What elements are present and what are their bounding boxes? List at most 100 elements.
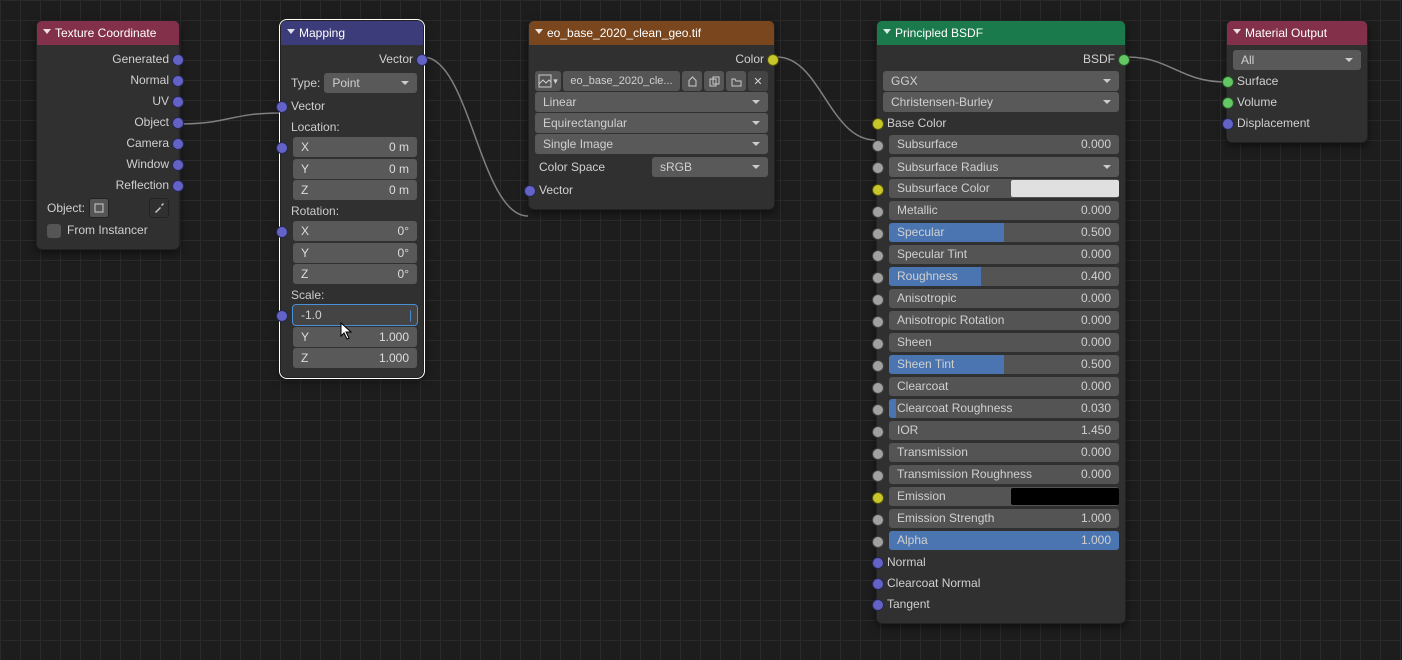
loc-y[interactable]: Y0 m [293, 159, 417, 179]
slider[interactable]: Specular Tint0.000 [889, 245, 1119, 264]
sss-method-select[interactable]: Christensen-Burley [883, 92, 1119, 112]
slider[interactable]: Transmission Roughness0.000 [889, 465, 1119, 484]
interpolation-select[interactable]: Linear [535, 92, 768, 112]
socket-float[interactable] [872, 404, 884, 416]
slider[interactable]: IOR1.450 [889, 421, 1119, 440]
socket-vec[interactable] [172, 96, 184, 108]
object-label: Object: [47, 201, 85, 215]
socket-color[interactable] [767, 54, 779, 66]
unlink-icon[interactable]: ✕ [748, 71, 768, 91]
scale-y[interactable]: Y1.000 [293, 327, 417, 347]
duplicate-icon[interactable] [704, 71, 724, 91]
image-icon[interactable]: ▾ [535, 71, 561, 91]
socket-shader[interactable] [1222, 97, 1234, 109]
socket-shader[interactable] [1222, 76, 1234, 88]
projection-select[interactable]: Equirectangular [535, 113, 768, 133]
eyedropper-icon[interactable] [149, 198, 169, 218]
from-instancer-row[interactable]: From Instancer [43, 220, 173, 241]
slider[interactable]: Clearcoat0.000 [889, 377, 1119, 396]
socket-float[interactable] [872, 382, 884, 394]
slider[interactable]: Clearcoat Roughness0.030 [889, 399, 1119, 418]
socket-vec[interactable] [172, 117, 184, 129]
input-subsurface: Subsurface0.000 [883, 135, 1119, 156]
socket-float[interactable] [872, 294, 884, 306]
node-header[interactable]: Material Output [1227, 21, 1367, 45]
socket-float[interactable] [872, 250, 884, 262]
socket-vec[interactable] [172, 75, 184, 87]
color-field[interactable]: Subsurface Color [889, 179, 1119, 198]
image-name[interactable]: eo_base_2020_cle... [563, 71, 680, 91]
node-image-texture[interactable]: eo_base_2020_clean_geo.tif Color ▾ eo_ba… [528, 20, 775, 210]
slider[interactable]: Alpha1.000 [889, 531, 1119, 550]
colorspace-select[interactable]: sRGB [652, 157, 768, 177]
node-texture-coordinate[interactable]: Texture Coordinate Generated Normal UV O… [36, 20, 180, 250]
node-mapping[interactable]: Mapping Vector Type: Point Vector Locati… [280, 20, 424, 378]
type-select[interactable]: Point [324, 73, 417, 93]
slider[interactable]: Sheen0.000 [889, 333, 1119, 352]
socket-float[interactable] [872, 206, 884, 218]
input-clearcoat: Clearcoat0.000 [883, 377, 1119, 398]
slider[interactable]: Metallic0.000 [889, 201, 1119, 220]
socket-float[interactable] [872, 228, 884, 240]
socket[interactable] [872, 557, 884, 569]
frame-select[interactable]: Single Image [535, 134, 768, 154]
node-header[interactable]: Principled BSDF [877, 21, 1125, 45]
slider[interactable]: Emission Strength1.000 [889, 509, 1119, 528]
checkbox[interactable] [47, 224, 61, 238]
slider[interactable]: Sheen Tint0.500 [889, 355, 1119, 374]
socket-vec[interactable] [172, 180, 184, 192]
socket-float[interactable] [872, 514, 884, 526]
loc-z[interactable]: Z0 m [293, 180, 417, 200]
socket[interactable] [872, 184, 884, 196]
slider[interactable]: Roughness0.400 [889, 267, 1119, 286]
expand-select[interactable]: Subsurface Radius [889, 157, 1119, 177]
node-principled-bsdf[interactable]: Principled BSDF BSDF GGX Christensen-Bur… [876, 20, 1126, 624]
socket-vec[interactable] [416, 54, 428, 66]
socket-float[interactable] [872, 316, 884, 328]
socket-float[interactable] [872, 272, 884, 284]
rot-y[interactable]: Y0° [293, 243, 417, 263]
socket-vec[interactable] [524, 185, 536, 197]
socket-float[interactable] [872, 140, 884, 152]
socket-vec[interactable] [172, 138, 184, 150]
socket-vec[interactable] [172, 159, 184, 171]
socket-float[interactable] [872, 448, 884, 460]
scale-z[interactable]: Z1.000 [293, 348, 417, 368]
slider[interactable]: Specular0.500 [889, 223, 1119, 242]
scale-x-editing[interactable]: -1.0| [293, 305, 417, 325]
fake-user-icon[interactable] [682, 71, 702, 91]
slider[interactable]: Anisotropic0.000 [889, 289, 1119, 308]
target-select[interactable]: All [1233, 50, 1361, 70]
socket[interactable] [872, 162, 884, 174]
socket-float[interactable] [872, 470, 884, 482]
socket-float[interactable] [872, 360, 884, 372]
distribution-select[interactable]: GGX [883, 71, 1119, 91]
socket-float[interactable] [872, 536, 884, 548]
color-field[interactable]: Emission [889, 487, 1119, 506]
socket-vec[interactable] [1222, 118, 1234, 130]
socket-shader[interactable] [1118, 54, 1130, 66]
socket[interactable] [872, 578, 884, 590]
rot-x[interactable]: X0° [293, 221, 417, 241]
socket-vec[interactable] [276, 226, 288, 238]
object-field[interactable] [89, 198, 109, 218]
socket[interactable] [872, 599, 884, 611]
socket-vec[interactable] [172, 54, 184, 66]
socket-vec[interactable] [276, 310, 288, 322]
node-material-output[interactable]: Material Output All Surface Volume Displ… [1226, 20, 1368, 143]
slider[interactable]: Transmission0.000 [889, 443, 1119, 462]
socket-color[interactable] [872, 118, 884, 130]
node-header[interactable]: Texture Coordinate [37, 21, 179, 45]
socket-vec[interactable] [276, 142, 288, 154]
open-icon[interactable] [726, 71, 746, 91]
socket-float[interactable] [872, 426, 884, 438]
socket-float[interactable] [872, 338, 884, 350]
node-header[interactable]: Mapping [281, 21, 423, 45]
rot-z[interactable]: Z0° [293, 264, 417, 284]
slider[interactable]: Subsurface0.000 [889, 135, 1119, 154]
loc-x[interactable]: X0 m [293, 137, 417, 157]
slider[interactable]: Anisotropic Rotation0.000 [889, 311, 1119, 330]
node-header[interactable]: eo_base_2020_clean_geo.tif [529, 21, 774, 45]
socket[interactable] [872, 492, 884, 504]
socket-vec[interactable] [276, 101, 288, 113]
